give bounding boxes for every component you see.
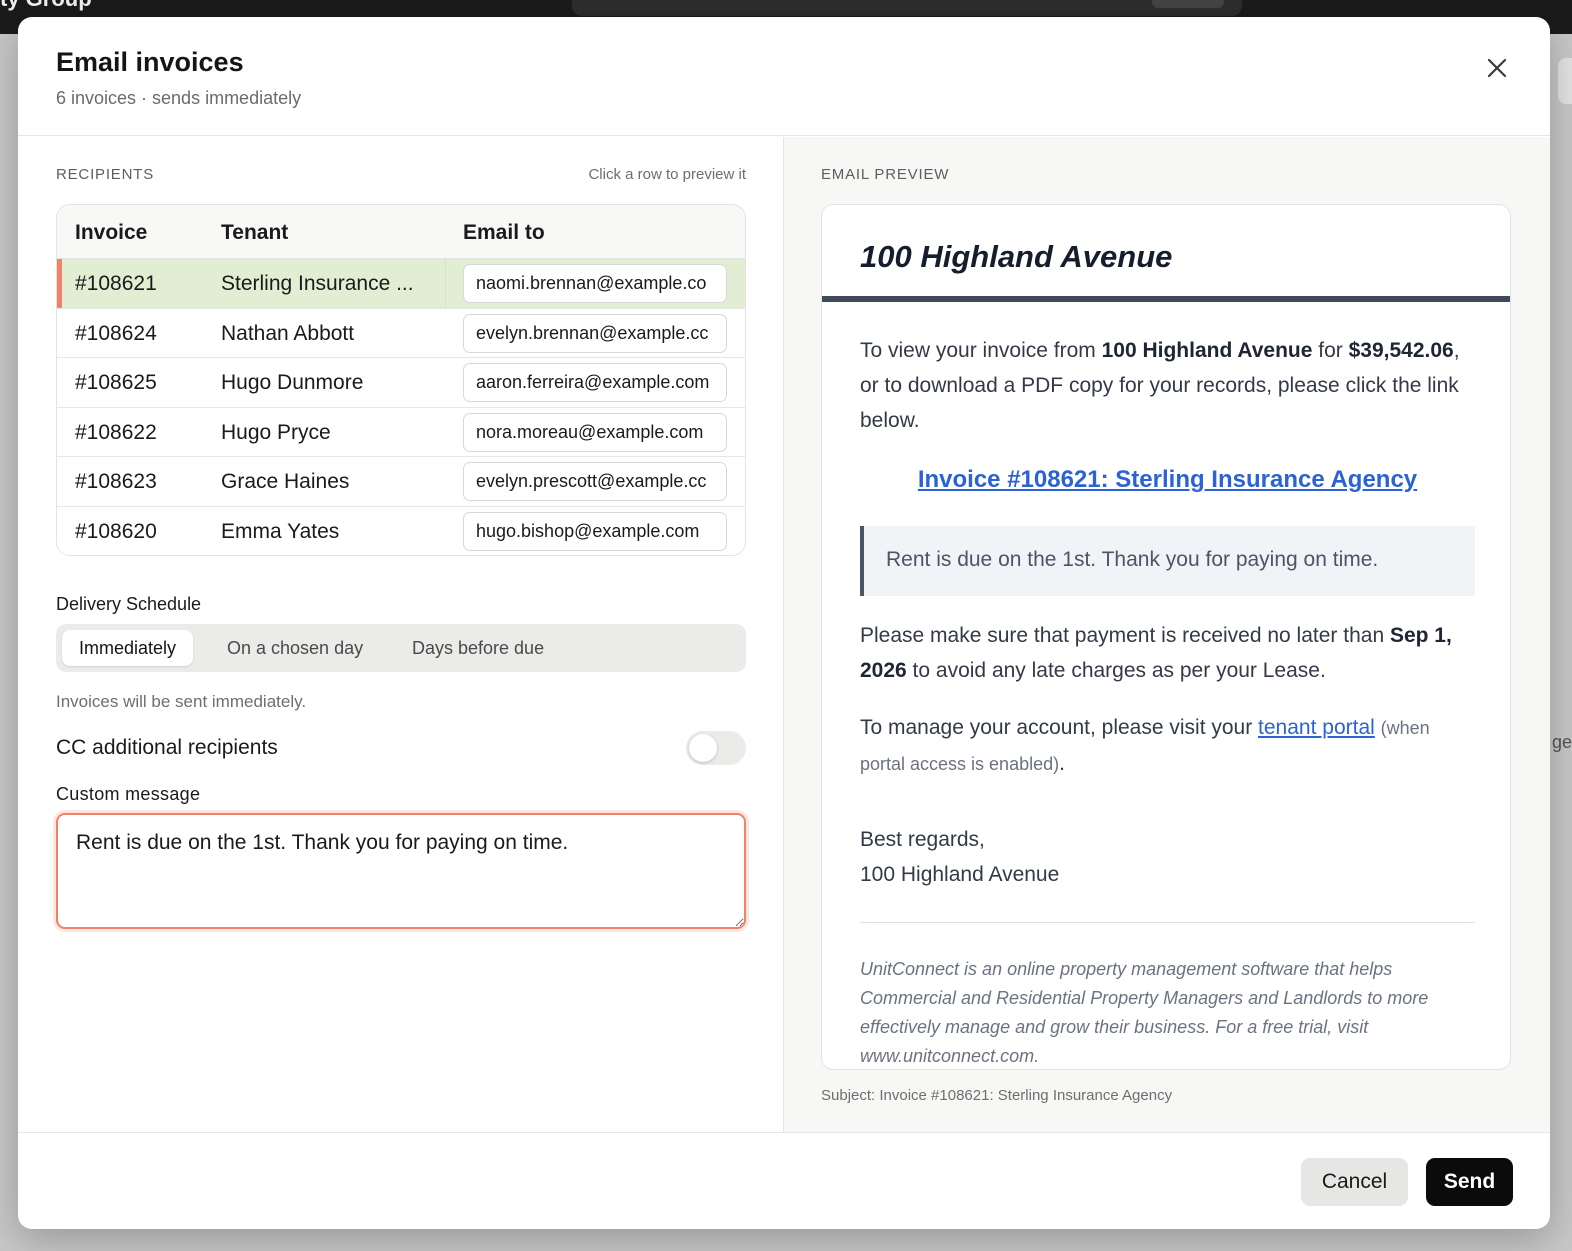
invoice-link[interactable]: Invoice #108621: Sterling Insurance Agen…	[860, 462, 1475, 497]
preview-section-label: EMAIL PREVIEW	[821, 166, 950, 183]
table-row[interactable]: #108621 Sterling Insurance ...	[57, 259, 745, 309]
email-subject: Subject: Invoice #108621: Sterling Insur…	[821, 1087, 1173, 1104]
invoice-number: #108623	[75, 470, 157, 493]
manage-account-paragraph: To manage your account, please visit you…	[860, 716, 1430, 775]
option-chosen-day[interactable]: On a chosen day	[210, 630, 380, 666]
dialog-subtitle: 6 invoices · sends immediately	[56, 88, 302, 108]
cancel-button[interactable]: Cancel	[1301, 1158, 1408, 1206]
toggle-knob	[689, 734, 717, 762]
preview-hint: Click a row to preview it	[588, 166, 746, 183]
invoice-number: #108620	[75, 519, 157, 543]
tenant-portal-link[interactable]: tenant portal	[1258, 716, 1375, 739]
column-header-tenant: Tenant	[221, 221, 289, 244]
background-button	[1558, 58, 1572, 104]
custom-message-label: Custom message	[56, 784, 201, 804]
table-row[interactable]: #108624 Nathan Abbott	[57, 309, 745, 358]
custom-message-quote: Rent is due on the 1st. Thank you for pa…	[860, 526, 1475, 596]
email-input[interactable]	[463, 363, 727, 402]
delivery-schedule-selector: Immediately On a chosen day Days before …	[56, 624, 746, 672]
email-input[interactable]	[463, 511, 727, 551]
recipients-table: Invoice Tenant Email to #108621 Sterling…	[56, 204, 746, 556]
recipients-pane: RECIPIENTS Click a row to preview it Inv…	[18, 137, 783, 1132]
email-invoices-dialog: Email invoices 6 invoices · sends immedi…	[18, 17, 1550, 1229]
table-row[interactable]: #108625 Hugo Dunmore	[57, 358, 745, 408]
delivery-schedule-label: Delivery Schedule	[56, 594, 202, 614]
dialog-footer: Cancel Send	[18, 1132, 1550, 1229]
option-days-before-due[interactable]: Days before due	[395, 630, 561, 666]
email-header: 100 Highland Avenue	[822, 205, 1510, 302]
table-header: Invoice Tenant Email to	[57, 205, 745, 259]
custom-message-input[interactable]: Rent is due on the 1st. Thank you for pa…	[56, 813, 746, 929]
tenant-name: Hugo Pryce	[221, 420, 331, 444]
email-input[interactable]	[463, 264, 727, 303]
email-signoff: Best regards, 100 Highland Avenue	[860, 822, 1475, 892]
tenant-name: Sterling Insurance ...	[221, 272, 414, 295]
tenant-name: Nathan Abbott	[221, 321, 355, 345]
recipients-section-label: RECIPIENTS	[56, 166, 155, 183]
column-header-email: Email to	[463, 221, 545, 244]
email-preview-card: 100 Highland Avenue To view your invoice…	[821, 204, 1511, 1070]
email-property-title: 100 Highland Avenue	[860, 239, 1173, 274]
email-footer-text: UnitConnect is an online property manage…	[860, 959, 1429, 1066]
intro-property: 100 Highland Avenue	[1101, 339, 1313, 362]
column-header-invoice: Invoice	[75, 221, 148, 244]
invoice-amount: $39,542.06	[1348, 339, 1454, 362]
divider	[860, 922, 1475, 923]
global-search-bar	[572, 0, 1242, 16]
table-row[interactable]: #108623 Grace Haines	[57, 457, 745, 507]
background-text: ge	[1552, 732, 1572, 752]
table-row[interactable]: #108622 Hugo Pryce	[57, 408, 745, 457]
invoice-number: #108621	[75, 272, 157, 295]
invoice-number: #108622	[75, 420, 157, 444]
tenant-name: Emma Yates	[221, 519, 340, 543]
due-date-paragraph: Please make sure that payment is receive…	[860, 624, 1452, 682]
invoice-number: #108625	[75, 371, 157, 394]
email-input[interactable]	[463, 462, 727, 501]
send-button[interactable]: Send	[1426, 1158, 1513, 1206]
signature: 100 Highland Avenue	[860, 863, 1060, 886]
tenant-name: Grace Haines	[221, 470, 350, 493]
delivery-note: Invoices will be sent immediately.	[56, 692, 307, 711]
tenant-name: Hugo Dunmore	[221, 371, 364, 394]
option-immediately[interactable]: Immediately	[62, 630, 194, 666]
email-input[interactable]	[463, 313, 727, 353]
cc-label: CC additional recipients	[56, 736, 278, 759]
email-body: To view your invoice from 100 Highland A…	[860, 333, 1475, 1069]
email-input[interactable]	[463, 412, 727, 452]
table-row[interactable]: #108620 Emma Yates	[57, 507, 745, 556]
app-title: ty Group	[0, 0, 92, 12]
close-icon[interactable]	[1484, 55, 1510, 81]
email-preview-pane: EMAIL PREVIEW 100 Highland Avenue To vie…	[783, 137, 1550, 1132]
dialog-header: Email invoices 6 invoices · sends immedi…	[18, 17, 1550, 136]
cc-toggle[interactable]	[686, 731, 746, 765]
email-intro: To view your invoice from 100 Highland A…	[860, 339, 1460, 432]
dialog-title: Email invoices	[56, 47, 244, 77]
invoice-number: #108624	[75, 321, 157, 345]
